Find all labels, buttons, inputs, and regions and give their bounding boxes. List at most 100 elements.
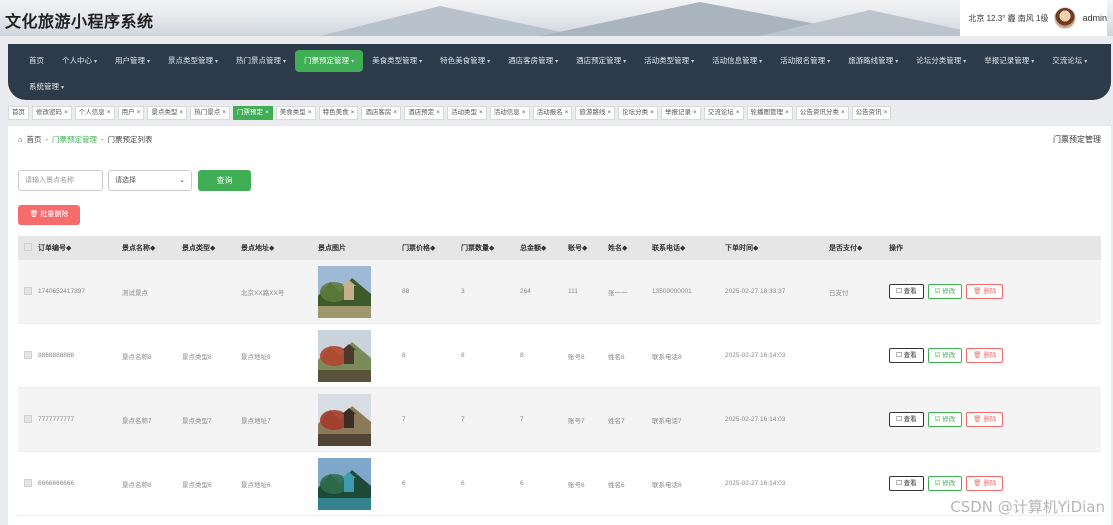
edit-button[interactable]: ☑ 修改	[927, 348, 963, 363]
delete-button[interactable]: 🗑 删除	[966, 412, 1004, 427]
close-icon[interactable]: ×	[137, 109, 141, 116]
scenic-image[interactable]	[318, 457, 402, 510]
tab-tag[interactable]: 公告资讯分类 ×	[795, 106, 849, 120]
tab-tag[interactable]: 举报记录 ×	[660, 106, 701, 120]
view-button[interactable]: ☐ 查看	[889, 412, 924, 427]
scenic-image[interactable]	[318, 329, 402, 382]
row-checkbox[interactable]	[24, 414, 32, 423]
query-button[interactable]: 查询	[198, 170, 251, 191]
close-icon[interactable]: ×	[179, 109, 183, 116]
close-icon[interactable]: ×	[107, 109, 111, 116]
tab-tag[interactable]: 旅游路线 ×	[575, 106, 616, 120]
tab-tag[interactable]: 活动报名 ×	[532, 106, 573, 120]
scenic-name-search-input[interactable]	[18, 170, 103, 191]
tab-tag[interactable]: 交流论坛 ×	[703, 106, 744, 120]
nav-item[interactable]: 酒店客房管理 ▾	[499, 50, 567, 72]
nav-item[interactable]: 活动报名管理 ▾	[771, 50, 839, 72]
nav-item[interactable]: 活动类型管理 ▾	[635, 50, 703, 72]
breadcrumb-module[interactable]: 门票预定管理	[52, 134, 97, 145]
close-icon[interactable]: ×	[693, 109, 697, 116]
delete-button[interactable]: 🗑 删除	[966, 284, 1004, 299]
tab-tag[interactable]: 特色美食 ×	[318, 106, 359, 120]
close-icon[interactable]: ×	[265, 109, 269, 116]
column-header[interactable]: 下单时间◆	[725, 243, 829, 253]
row-checkbox[interactable]	[24, 478, 32, 487]
close-icon[interactable]: ×	[650, 109, 654, 116]
tab-tag[interactable]: 首页	[8, 106, 29, 120]
column-header[interactable]: 门票数量◆	[461, 243, 520, 253]
batch-delete-button[interactable]: 🗑 批量删除	[18, 205, 80, 225]
tab-tag[interactable]: 美食类型 ×	[275, 106, 316, 120]
nav-item[interactable]: 用户管理 ▾	[106, 50, 159, 72]
column-header[interactable]: 账号◆	[568, 243, 608, 253]
column-header[interactable]: 是否支付◆	[829, 243, 889, 253]
delete-button[interactable]: 🗑 删除	[966, 348, 1004, 363]
nav-item[interactable]: 景点类型管理 ▾	[159, 50, 227, 72]
tab-tag[interactable]: 活动类型 ×	[446, 106, 487, 120]
nav-item[interactable]: 首页	[20, 50, 53, 72]
tab-tag[interactable]: 修改密码 ×	[32, 106, 72, 120]
close-icon[interactable]: ×	[64, 109, 68, 116]
close-icon[interactable]: ×	[222, 109, 226, 116]
tab-tag[interactable]: 活动信息 ×	[489, 106, 530, 120]
close-icon[interactable]: ×	[607, 109, 611, 116]
filter-select[interactable]: 请选择 ⌄	[108, 170, 192, 191]
nav-item[interactable]: 热门景点管理 ▾	[227, 50, 295, 72]
nav-item[interactable]: 系统管理 ▾	[20, 76, 73, 98]
nav-item[interactable]: 交流论坛 ▾	[1043, 50, 1096, 72]
edit-button[interactable]: ☑ 修改	[927, 412, 963, 427]
tab-tag[interactable]: 门票预定 ×	[232, 106, 273, 120]
tab-tag[interactable]: 用户 ×	[117, 106, 145, 120]
close-icon[interactable]: ×	[841, 109, 845, 116]
close-icon[interactable]: ×	[884, 109, 888, 116]
view-button[interactable]: ☐ 查看	[889, 476, 924, 491]
close-icon[interactable]: ×	[436, 109, 440, 116]
tab-tag[interactable]: 景点类型 ×	[147, 106, 188, 120]
column-header[interactable]: 门票价格◆	[402, 243, 461, 253]
close-icon[interactable]: ×	[522, 109, 526, 116]
column-header[interactable]: 景点类型◆	[182, 243, 241, 253]
avatar[interactable]	[1054, 7, 1077, 29]
delete-button[interactable]: 🗑 删除	[966, 476, 1004, 491]
nav-item[interactable]: 举报记录管理 ▾	[975, 50, 1043, 72]
close-icon[interactable]: ×	[736, 109, 740, 116]
close-icon[interactable]: ×	[785, 109, 789, 116]
nav-item[interactable]: 活动信息管理 ▾	[703, 50, 771, 72]
scenic-image[interactable]	[318, 393, 402, 446]
close-icon[interactable]: ×	[479, 109, 483, 116]
nav-item[interactable]: 酒店预定管理 ▾	[567, 50, 635, 72]
username[interactable]: admin	[1082, 13, 1107, 23]
column-header[interactable]: 订单编号◆	[38, 243, 122, 253]
nav-item[interactable]: 特色美食管理 ▾	[431, 50, 499, 72]
nav-item[interactable]: 美食类型管理 ▾	[363, 50, 431, 72]
tab-tag[interactable]: 热门景点 ×	[190, 106, 230, 120]
tab-tag[interactable]: 酒店客房 ×	[361, 106, 402, 120]
row-checkbox[interactable]	[24, 286, 32, 295]
tab-tag[interactable]: 公告资讯 ×	[851, 106, 892, 120]
scenic-image[interactable]	[318, 265, 402, 318]
tab-tag[interactable]: 轮播图管理 ×	[746, 106, 793, 120]
breadcrumb-home[interactable]: 首页	[27, 134, 42, 145]
close-icon[interactable]: ×	[351, 109, 355, 116]
close-icon[interactable]: ×	[308, 109, 312, 116]
column-header[interactable]: 景点名称◆	[122, 243, 182, 253]
edit-button[interactable]: ☑ 修改	[927, 284, 963, 299]
column-header[interactable]: 景点地址◆	[241, 243, 318, 253]
nav-item[interactable]: 论坛分类管理 ▾	[907, 50, 975, 72]
close-icon[interactable]: ×	[393, 109, 397, 116]
close-icon[interactable]: ×	[565, 109, 569, 116]
column-header[interactable]: 姓名◆	[608, 243, 652, 253]
view-button[interactable]: ☐ 查看	[889, 348, 924, 363]
nav-item[interactable]: 个人中心 ▾	[53, 50, 106, 72]
nav-item[interactable]: 旅游路线管理 ▾	[839, 50, 907, 72]
tab-tag[interactable]: 个人信息 ×	[74, 106, 115, 120]
column-header[interactable]: 联系电话◆	[652, 243, 725, 253]
column-header[interactable]: 总金额◆	[520, 243, 568, 253]
tab-tag[interactable]: 酒店预定 ×	[404, 106, 444, 120]
tab-tag[interactable]: 论坛分类 ×	[618, 106, 658, 120]
edit-button[interactable]: ☑ 修改	[927, 476, 963, 491]
view-button[interactable]: ☐ 查看	[889, 284, 924, 299]
row-checkbox[interactable]	[24, 350, 32, 359]
select-all-checkbox[interactable]	[24, 243, 32, 251]
nav-item[interactable]: 门票预定管理 ▾	[295, 50, 364, 72]
